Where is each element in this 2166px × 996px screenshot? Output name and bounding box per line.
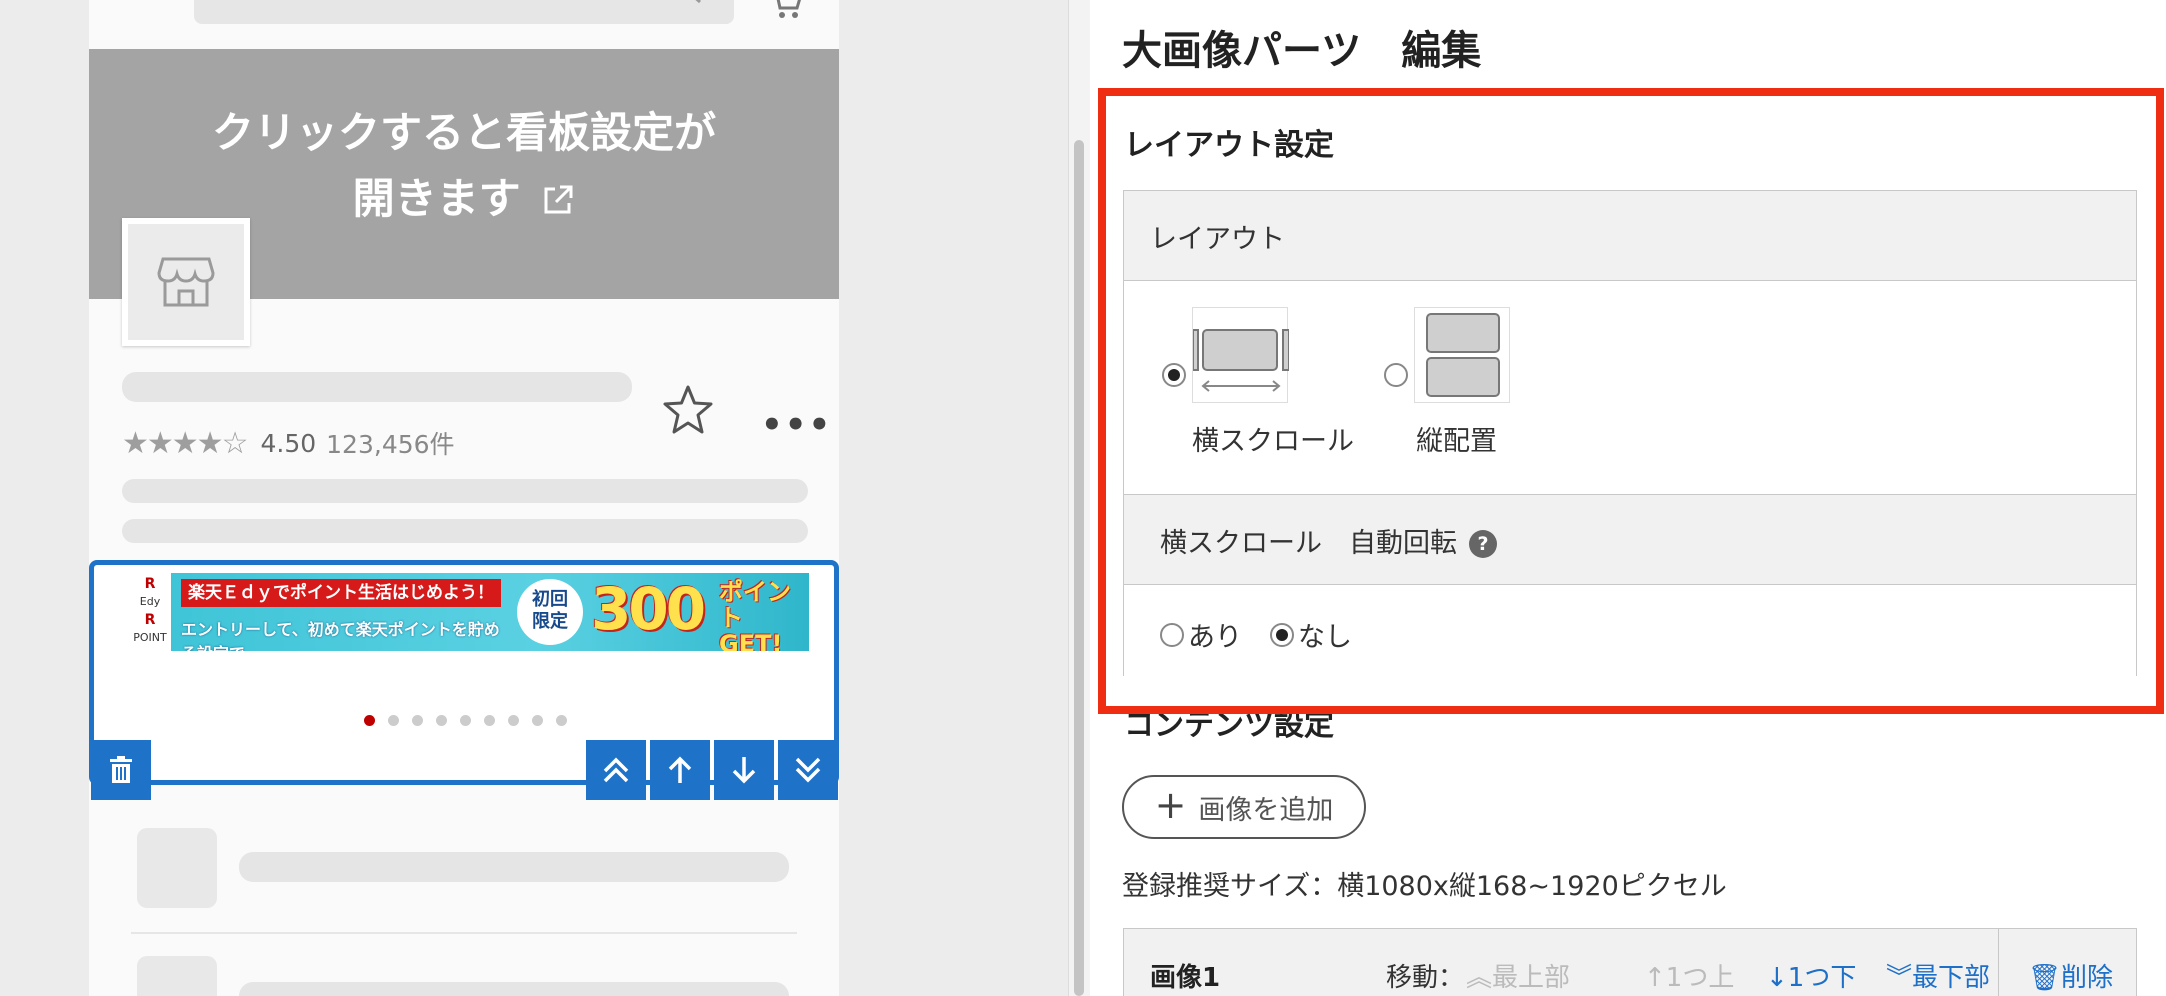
scrollbar-thumb[interactable] [1074, 140, 1084, 996]
trash-icon [110, 756, 132, 783]
more-options-icon[interactable]: ••• [761, 405, 832, 445]
move-part-up-button[interactable] [650, 740, 710, 800]
ad-headline: 楽天Ｅｄｙでポイント生活はじめよう！ [181, 579, 501, 607]
part-toolbar [89, 740, 839, 800]
move-part-down-button[interactable] [714, 740, 774, 800]
move-part-bottom-button[interactable] [778, 740, 838, 800]
search-icon[interactable] [672, 0, 706, 10]
image-move-bottom-link[interactable]: ︾最下部 [1886, 957, 1990, 994]
arrow-up-icon [668, 756, 692, 783]
banner-text-line1: クリックすると看板設定が [211, 108, 716, 157]
carousel-dot[interactable] [460, 715, 471, 726]
double-chevron-up-icon: ︽ [1466, 963, 1493, 993]
carousel-dot[interactable] [532, 715, 543, 726]
rating-stars: ★★★★☆ [122, 425, 248, 461]
delete-part-button[interactable] [91, 740, 151, 800]
carousel-dot[interactable] [412, 715, 423, 726]
arrow-down-icon [732, 757, 756, 784]
banner-text-line2: 開きます [352, 174, 521, 223]
carousel-dot[interactable] [508, 715, 519, 726]
carousel-dot[interactable] [556, 715, 567, 726]
add-image-label: 画像を追加 [1198, 794, 1334, 826]
carousel-dot[interactable] [436, 715, 447, 726]
rating-row: ★★★★☆ 4.50 123,456件 [122, 425, 455, 461]
move-label: 移動： [1386, 963, 1465, 993]
recommended-size-text: 登録推奨サイズ：横1080x縦168~1920ピクセル [1122, 871, 1727, 902]
shop-name-placeholder [122, 372, 632, 402]
description-placeholder-2 [122, 519, 808, 543]
highlight-frame [1098, 88, 2164, 714]
shop-preview: クリックすると看板設定が 開きます ★★★★☆ 4.50 123,456件 ••… [89, 0, 839, 996]
double-chevron-down-icon [795, 757, 821, 783]
move-part-top-button[interactable] [586, 740, 646, 800]
arrow-down-icon: ↓ [1766, 963, 1788, 993]
store-icon [157, 257, 215, 307]
cart-icon[interactable] [769, 0, 803, 20]
shop-logo [122, 218, 250, 346]
carousel-dots [364, 715, 567, 726]
editor-title: 大画像パーツ 編集 [1122, 28, 1482, 74]
image-name: 画像1 [1150, 963, 1221, 993]
list-thumb-placeholder-2 [137, 956, 217, 996]
external-link-icon [544, 185, 573, 214]
carousel-dot[interactable] [364, 715, 375, 726]
trash-icon: 🗑 [2028, 963, 2062, 993]
editor-scrollbar[interactable] [1068, 0, 1090, 996]
ad-first-time-badge: 初回 限定 [517, 579, 583, 645]
image-move-top-link: ︽最上部 [1466, 963, 1571, 993]
ad-points-value: 300 [591, 575, 706, 643]
ad-get-text: ポイント GET! [719, 578, 791, 651]
add-image-button[interactable]: + 画像を追加 [1122, 775, 1366, 839]
description-placeholder-1 [122, 479, 808, 503]
part-border-bottom [151, 780, 586, 785]
ad-brand-logo: R Edy R POINT [129, 573, 171, 651]
image-row-divider [1998, 929, 1999, 996]
double-chevron-down-icon: ︾ [1886, 963, 1913, 993]
rating-value: 4.50 [260, 428, 317, 458]
editor-panel: 大画像パーツ 編集 レイアウト設定 レイアウト 横スクロール 縦配置 横スクロー… [1090, 0, 2166, 996]
carousel-dot[interactable] [388, 715, 399, 726]
arrow-up-icon: ↑ [1644, 963, 1666, 993]
plus-icon: + [1154, 783, 1187, 827]
search-bar[interactable] [194, 0, 734, 24]
list-divider [131, 932, 797, 934]
double-chevron-up-icon [603, 757, 629, 783]
ad-banner-image: R Edy R POINT 楽天Ｅｄｙでポイント生活はじめよう！ エントリーして… [129, 573, 809, 651]
ad-subline: エントリーして、初めて楽天ポイントを貯める設定で [181, 620, 500, 651]
favorite-star-icon[interactable] [661, 384, 715, 436]
carousel-dot[interactable] [484, 715, 495, 726]
image-move-up-link: ↑1つ上 [1644, 963, 1735, 993]
image-row: 画像1 移動： ︽最上部 ↑1つ上 ↓1つ下 ︾最下部 🗑削除 [1123, 928, 2137, 996]
list-text-placeholder-1 [239, 852, 789, 882]
image-delete-link[interactable]: 🗑削除 [2028, 957, 2113, 994]
list-text-placeholder-2 [239, 982, 789, 996]
review-count: 123,456件 [326, 430, 455, 459]
image-move-down-link[interactable]: ↓1つ下 [1766, 957, 1856, 994]
list-thumb-placeholder-1 [137, 828, 217, 908]
